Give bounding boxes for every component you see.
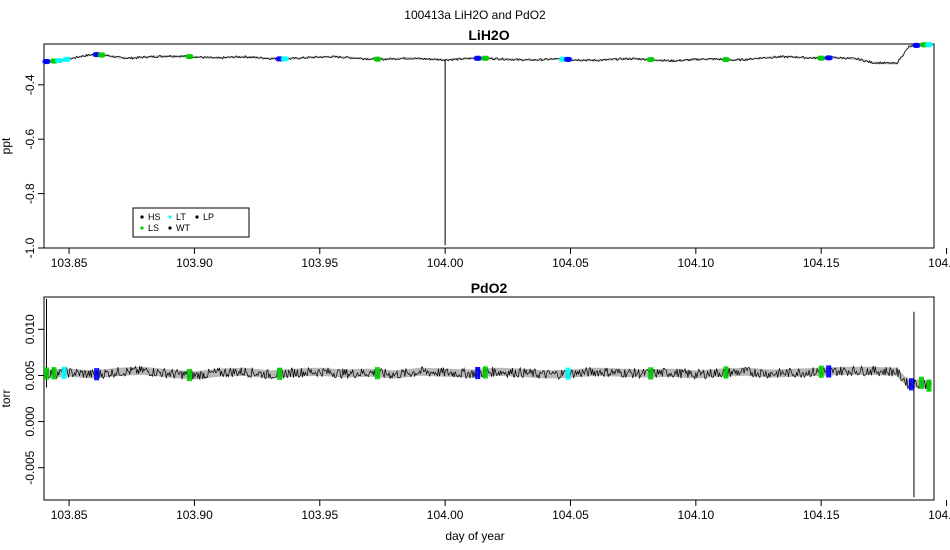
x-tick-label: 104.10 (677, 256, 714, 270)
data-point (100, 52, 106, 58)
series-line (43, 43, 932, 65)
y-tick-label: 0.000 (23, 406, 37, 436)
data-point (649, 56, 655, 63)
data-point (820, 55, 826, 61)
x-tick-label: 104.00 (427, 256, 464, 270)
y-tick-label: -0.6 (23, 129, 37, 150)
legend-label: LT (176, 212, 186, 222)
x-tick-label: 104.15 (803, 256, 840, 270)
data-point (65, 56, 71, 62)
plot-frame (43, 296, 935, 501)
y-tick-label: 0.005 (23, 360, 37, 390)
legend-label: LS (148, 223, 159, 233)
y-tick-label: 0.010 (23, 314, 37, 344)
panel-pdo2: PdO2 torr 103.85 103.90 103.95 104.00 104.05 10… (0, 280, 950, 522)
data-point (927, 42, 934, 48)
y-tick-label: -1.0 (23, 237, 37, 258)
data-point (188, 53, 194, 60)
data-point (57, 57, 64, 64)
x-axis-label: day of year (445, 529, 504, 543)
figure: 100413a LiH2O and PdO2 day of year LiH2O… (0, 8, 950, 543)
legend-symbol (168, 215, 172, 219)
x-tick-label: 103.85 (51, 256, 88, 270)
legend-label: HS (148, 212, 161, 222)
x-tick-label: 103.95 (301, 508, 338, 522)
legend: HS LT LP LS WT (132, 207, 250, 238)
data-point (724, 56, 731, 63)
panel-title: PdO2 (471, 280, 508, 296)
legend-label: LP (203, 212, 214, 222)
x-tick-label: 104.20 (928, 256, 950, 270)
data-point (476, 55, 482, 61)
y-tick-label: -0.005 (23, 450, 37, 484)
data-point (484, 55, 490, 61)
x-tick-label: 104.10 (677, 508, 714, 522)
legend-symbol (140, 215, 144, 219)
figure-title: 100413a LiH2O and PdO2 (404, 8, 546, 22)
data-point (283, 56, 289, 62)
x-tick-label: 104.05 (552, 256, 589, 270)
data-point (915, 42, 921, 48)
data-point (827, 55, 833, 61)
legend-label: WT (176, 223, 190, 233)
x-tick-label: 104.05 (552, 508, 589, 522)
x-tick-label: 103.90 (176, 508, 213, 522)
x-tick-label: 103.95 (301, 256, 338, 270)
data-point (45, 58, 51, 65)
panel-title: LiH2O (468, 27, 509, 43)
legend-symbol (195, 215, 199, 219)
x-tick-label: 103.85 (51, 508, 88, 522)
data-point (376, 56, 382, 62)
x-tick-label: 103.90 (176, 256, 213, 270)
x-tick-label: 104.00 (427, 508, 464, 522)
y-tick-label: -0.8 (23, 183, 37, 204)
data-point (566, 56, 573, 62)
series-envelope (44, 43, 930, 65)
y-tick-label: -0.4 (23, 74, 37, 95)
legend-symbol (140, 226, 144, 230)
x-tick-label: 104.20 (928, 508, 950, 522)
y-axis-label: ppt (0, 137, 13, 154)
y-axis-label: torr (0, 389, 13, 407)
x-tick-label: 104.15 (803, 508, 840, 522)
legend-symbol (168, 226, 172, 230)
